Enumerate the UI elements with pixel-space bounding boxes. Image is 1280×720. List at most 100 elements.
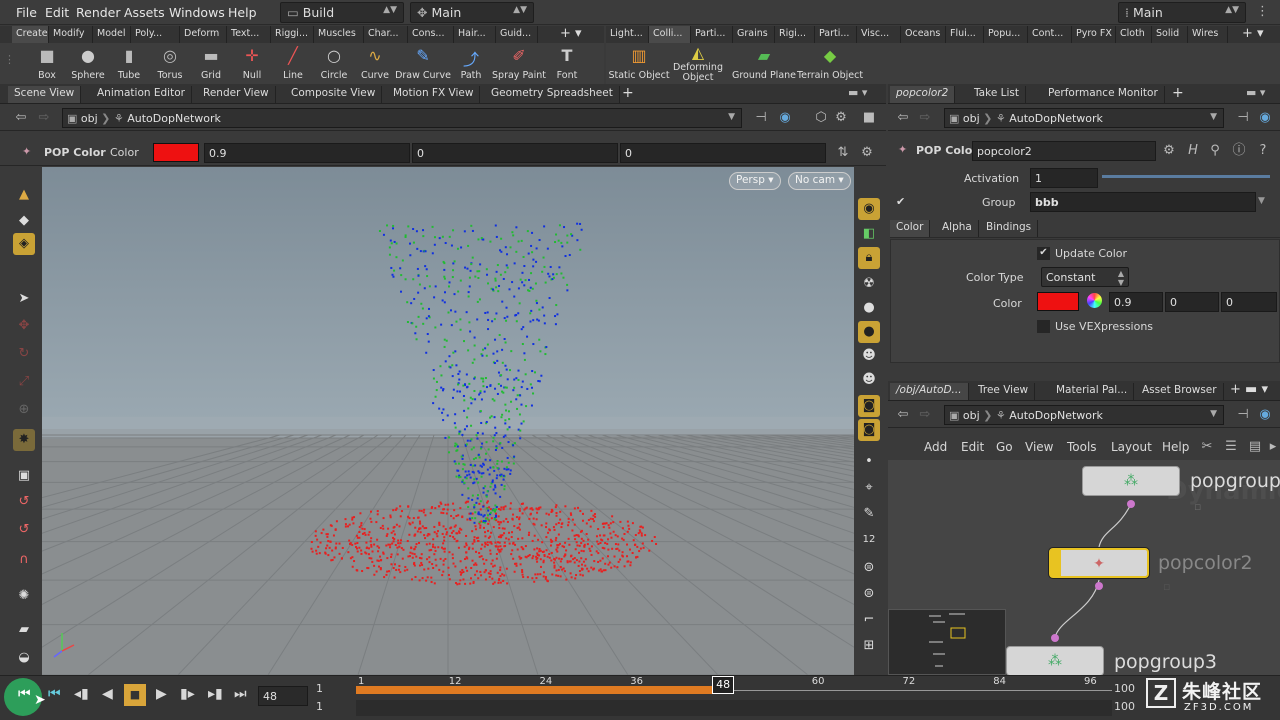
node-popcolor2[interactable]: ✦ [1049,548,1149,578]
shelf-tab-modify[interactable]: Modify [49,26,93,43]
shelf-tab-fluids[interactable]: Flui... [946,26,984,43]
menu-assets[interactable]: Assets [124,5,165,20]
shelf-tab-solid[interactable]: Solid [1152,26,1188,43]
back-arrow-icon[interactable]: ⇦ [12,109,30,127]
pane-menu-icon[interactable]: ▬ ▾ [848,86,867,99]
info-icon[interactable]: ⓘ [1230,142,1248,160]
add-tab-icon[interactable]: + [622,85,634,101]
lightbulb-icon[interactable]: ● [858,321,880,343]
shelf-tab-poly[interactable]: Poly... [131,26,180,43]
chevron-right-icon[interactable]: ▸ [1264,438,1280,456]
color-b-field[interactable]: 0 [620,143,826,163]
play-forward-icon[interactable]: ▶ [156,686,167,702]
range-slider[interactable] [356,700,1112,716]
shelf-tab-create[interactable]: Create [12,26,49,43]
list-icon[interactable]: ☰ [1222,438,1240,456]
step-fwd-key-icon[interactable]: ▸▮ [208,686,223,702]
tab-scene-view[interactable]: Scene View [8,86,82,103]
shelf-tab-container[interactable]: Cont... [1028,26,1072,43]
tab-animation-editor[interactable]: Animation Editor [91,86,192,103]
display-options-icon[interactable]: ◒ [13,647,35,669]
chevron-down-icon[interactable]: ▼ [1210,409,1217,419]
menu-windows[interactable]: Windows [169,5,225,20]
checkmark-icon[interactable]: ✔ [896,195,905,208]
frame-12-icon[interactable]: 12 [858,529,880,551]
viewport[interactable]: Persp ▾ No cam ▾ [42,167,854,675]
menu-help[interactable]: Help [228,5,257,20]
right-desktop-select[interactable]: ⁞ Main ▲▼ [1118,2,1246,23]
pin-icon[interactable]: ⊣ [1234,406,1252,424]
maximize-icon[interactable]: ■ [860,109,878,127]
wrench-icon[interactable]: ✂ [1198,438,1216,456]
net-menu-add[interactable]: Add [924,440,947,454]
chevron-down-icon[interactable]: ▼ [1258,196,1265,206]
snap2-icon[interactable]: ↺ [13,519,35,541]
net-menu-help[interactable]: Help [1162,440,1189,454]
help-h-icon[interactable]: H [1184,142,1202,160]
net-menu-view[interactable]: View [1025,440,1053,454]
prev-frame-icon[interactable]: ◂▮ [74,686,89,702]
tab-material-palette[interactable]: Material Pal... [1050,383,1135,400]
eraser-icon[interactable]: ▰ [13,619,35,641]
jump-start-icon[interactable]: ⏮ [18,686,31,702]
tab-performance-monitor[interactable]: Performance Monitor [1042,86,1165,103]
path-obj[interactable]: obj [81,112,98,125]
corner-icon[interactable]: ⌐ [858,609,880,631]
network-path-field[interactable]: ▣ obj ❯ ⚘ AutoDopNetwork ▼ [944,405,1224,425]
checkbox-checked-icon[interactable]: ✔ [1037,247,1050,260]
shelf-tab-rigid[interactable]: Rigi... [775,26,815,43]
param-path-field[interactable]: ▣ obj ❯ ⚘ AutoDopNetwork ▼ [944,108,1224,128]
tool-terrain-object[interactable]: ◆ Terrain Object [797,43,863,84]
subtab-alpha[interactable]: Alpha [936,220,979,237]
next-frame-icon[interactable]: ▮▸ [180,686,195,702]
color-g-field[interactable]: 0 [412,143,618,163]
tool-draw-curve[interactable]: ✎ Draw Curve [395,43,451,84]
table-icon[interactable]: ▤ [1246,438,1264,456]
camera-persp-menu[interactable]: Persp ▾ [729,172,781,190]
display-cam-icon[interactable]: ◙ [858,419,880,441]
magnet-icon[interactable]: ∩ [13,549,35,571]
activation-field[interactable]: 1 [1030,168,1098,188]
stop-icon[interactable]: ■ [124,684,146,706]
pin-icon[interactable]: ⊣ [1234,109,1252,127]
shelf-tab-populate[interactable]: Popu... [984,26,1028,43]
back-arrow-icon[interactable]: ⇦ [894,406,912,424]
tool-static-object[interactable]: ▥ Static Object [608,43,669,84]
display-icon[interactable]: ⚙ [832,109,850,127]
color-swatch[interactable] [153,143,199,162]
add-shelf-icon[interactable]: + ▾ [560,26,582,41]
network-editor[interactable]: Dynamics ⁂ popgroup ▫ ✦ popcolor2 ▫ ⁂ po… [888,460,1280,675]
tab-render-view[interactable]: Render View [197,86,276,103]
shelf-tab-particles[interactable]: Parti... [691,26,733,43]
paint-icon[interactable]: ▲ [13,184,35,206]
range-start-frame[interactable]: 1 [316,700,323,713]
shelf-tab-viscous[interactable]: Visc... [857,26,901,43]
shelf-tab-text[interactable]: Text... [227,26,271,43]
build-desktop-select[interactable]: ▭ Build ▲▼ [280,2,404,23]
shelf-tab-particle-fluids[interactable]: Parti... [815,26,857,43]
tab-geometry-spreadsheet[interactable]: Geometry Spreadsheet [485,86,620,103]
shelf-tab-rigging[interactable]: Riggi... [271,26,314,43]
net-menu-go[interactable]: Go [996,440,1013,454]
search-icon[interactable]: ⚲ [1206,142,1224,160]
shelf-tab-grains[interactable]: Grains [733,26,775,43]
shelf-tab-oceans[interactable]: Oceans [901,26,946,43]
shelf-tab-collisions[interactable]: Colli... [649,26,691,43]
shelf-tab-char[interactable]: Char... [364,26,408,43]
tab-network-path[interactable]: /obj/AutoD... [890,383,969,400]
path-network[interactable]: AutoDopNetwork [1009,112,1103,125]
current-frame-marker[interactable]: 48 [712,676,735,694]
color-param-g[interactable]: 0 [1165,292,1219,312]
node-popgroup3[interactable]: ⁂ [1006,646,1104,675]
tool-path[interactable]: ⤴ Path [449,43,493,84]
chevron-down-icon[interactable]: ▼ [728,112,735,122]
node-popgroup[interactable]: ⁂ [1082,466,1180,496]
shading-icon[interactable]: ◧ [858,223,880,245]
light-icon[interactable]: ✺ [13,585,35,607]
checkbox-empty-icon[interactable] [1037,320,1050,333]
link-icon[interactable]: ◉ [776,109,794,127]
chevron-down-icon[interactable]: ▼ [1210,112,1217,122]
snap-icon[interactable]: ↺ [13,491,35,513]
end-frame[interactable]: 100 [1114,682,1135,695]
jump-end-icon[interactable]: ⏭ [234,686,247,702]
